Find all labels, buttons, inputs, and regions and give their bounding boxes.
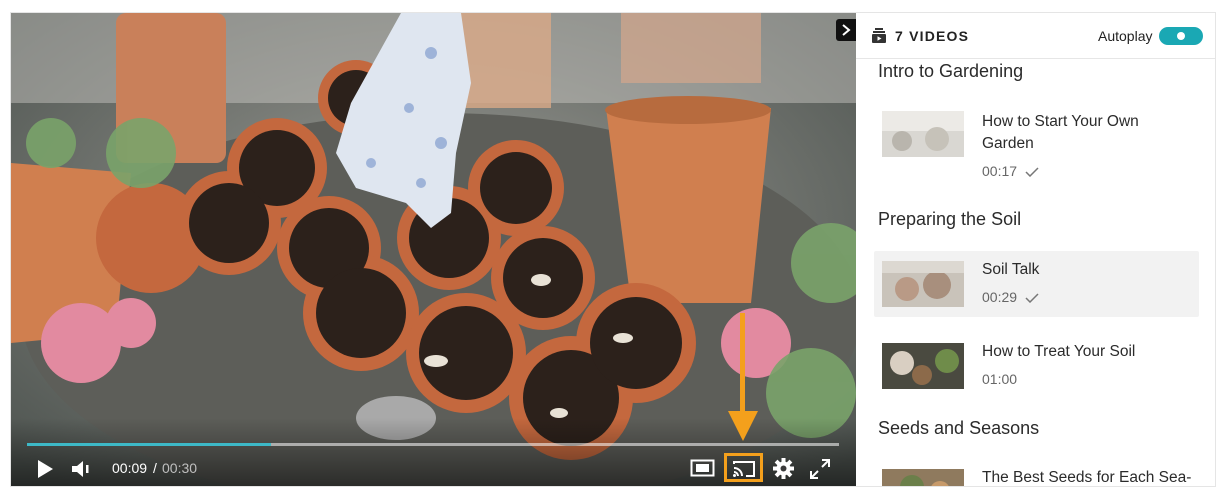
- lesson-thumbnail: [882, 469, 964, 486]
- progress-bar[interactable]: [27, 443, 839, 446]
- chevron-right-icon: [842, 24, 851, 36]
- time-separator: /: [153, 460, 157, 476]
- lesson-duration: 01:00: [982, 371, 1018, 387]
- scrollbar[interactable]: [1215, 59, 1216, 487]
- video-count: 7 VIDEOS: [895, 28, 970, 44]
- gear-icon[interactable]: [773, 458, 794, 479]
- lesson-thumbnail: [882, 111, 964, 157]
- autoplay-label: Autoplay: [1098, 28, 1153, 44]
- lesson-title: How to Treat Your Soil: [982, 343, 1136, 360]
- play-icon[interactable]: [35, 459, 55, 479]
- progress-fill: [27, 443, 271, 446]
- lesson-item-soil-talk[interactable]: Soil Talk 00:29: [874, 251, 1199, 317]
- playlist-icon: [872, 28, 886, 43]
- lesson-duration: 00:29: [982, 289, 1018, 305]
- cast-icon[interactable]: [732, 460, 756, 478]
- checkmark-icon: [1025, 167, 1039, 178]
- playlist-sidebar: 7 VIDEOS Autoplay Intro to Gardening How…: [856, 13, 1216, 487]
- lesson-title: Soil Talk: [982, 261, 1040, 278]
- video-player[interactable]: 00:09 / 00:30: [11, 13, 856, 486]
- course-player: 00:09 / 00:30 7 VIDEOS Autoplay Intro to…: [10, 12, 1216, 487]
- fullscreen-icon[interactable]: [810, 459, 830, 479]
- section-title-seeds-seasons: Seeds and Seasons: [878, 418, 1040, 438]
- autoplay-toggle[interactable]: [1159, 27, 1203, 45]
- section-title-intro: Intro to Gardening: [878, 61, 1024, 81]
- lesson-item-best-seeds[interactable]: The Best Seeds for Each Sea-: [874, 459, 1199, 486]
- lesson-duration-row: 00:17: [982, 163, 1039, 179]
- lesson-item-treat-soil[interactable]: How to Treat Your Soil 01:00: [874, 333, 1199, 399]
- section-title-preparing-soil: Preparing the Soil: [878, 209, 1022, 229]
- lesson-thumbnail: [882, 261, 964, 307]
- video-duration: 00:30: [162, 460, 198, 476]
- toggle-knob: [1177, 32, 1185, 40]
- lesson-thumbnail: [882, 343, 964, 389]
- lesson-title: The Best Seeds for Each Sea-: [982, 469, 1192, 486]
- picture-in-picture-icon[interactable]: [690, 459, 715, 477]
- lesson-item-start-garden[interactable]: How to Start Your Own Garden 00:17: [874, 101, 1199, 183]
- current-time: 00:09: [112, 460, 148, 476]
- collapse-sidebar-button[interactable]: [836, 19, 856, 41]
- playlist-header: 7 VIDEOS Autoplay: [856, 13, 1215, 59]
- lesson-title: How to Start Your Own Garden: [982, 113, 1139, 152]
- checkmark-icon: [1025, 293, 1039, 304]
- annotation-arrow-icon: [728, 313, 758, 441]
- volume-icon[interactable]: [71, 460, 93, 478]
- lesson-duration-row: 00:29: [982, 289, 1039, 305]
- lesson-duration: 00:17: [982, 163, 1018, 179]
- lesson-duration-row: 01:00: [982, 371, 1017, 387]
